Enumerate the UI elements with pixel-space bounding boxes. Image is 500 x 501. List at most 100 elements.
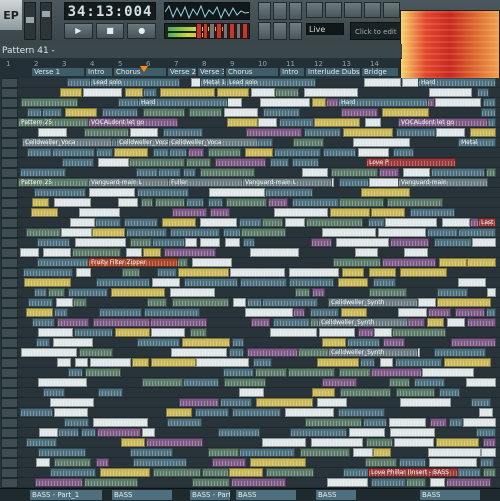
pattern-clip[interactable] [192,258,232,267]
pattern-clip[interactable] [289,278,334,287]
track-header[interactable] [1,368,18,378]
pattern-clip[interactable] [38,328,73,337]
named-pattern-clip[interactable]: Lead solo [90,78,180,87]
pattern-clip[interactable] [373,278,396,287]
pattern-clip[interactable] [95,218,121,227]
pattern-clip[interactable] [163,128,203,137]
mode-button[interactable] [235,23,242,39]
bass-clip[interactable]: BASS [316,490,356,500]
pattern-clip[interactable] [395,358,442,367]
pattern-clip[interactable] [266,468,314,477]
track-header[interactable] [1,268,18,278]
master-volume-slider[interactable] [24,2,36,40]
pattern-clip[interactable] [347,338,380,347]
section-marker[interactable]: Chorus [226,68,278,76]
named-pattern-clip[interactable]: Hard [338,98,428,107]
pattern-clip[interactable] [31,208,58,217]
pattern-clip[interactable] [390,428,435,437]
pattern-clip[interactable] [302,168,328,177]
pattern-clip[interactable] [227,118,258,127]
track-header[interactable] [1,378,18,388]
pattern-clip[interactable] [365,458,397,467]
pattern-clip[interactable] [178,268,229,277]
pattern-clip[interactable] [136,168,158,177]
pattern-clip[interactable] [166,408,192,417]
pattern-clip[interactable] [434,348,486,357]
pattern-button[interactable] [273,22,287,40]
pattern-clip[interactable] [186,158,211,167]
pattern-clip[interactable] [188,148,204,157]
pattern-clip[interactable] [85,368,121,377]
pattern-clip[interactable] [358,328,374,337]
pattern-clip[interactable] [126,248,142,257]
pattern-clip[interactable] [392,328,446,337]
pattern-clip[interactable] [404,248,428,257]
mode-button[interactable] [242,23,248,39]
pattern-clip[interactable] [170,288,215,297]
pattern-clip[interactable] [153,468,201,477]
pattern-clip[interactable] [217,88,249,97]
pattern-clip[interactable] [442,218,470,227]
pattern-clip[interactable] [162,218,196,227]
pattern-clip[interactable] [27,108,42,117]
pattern-clip[interactable] [339,198,384,207]
pattern-button[interactable] [273,2,287,20]
pattern-clip[interactable] [26,228,61,237]
pattern-clip[interactable] [152,278,180,287]
track-header[interactable] [1,78,18,88]
pattern-clip[interactable] [122,268,140,277]
pattern-clip[interactable] [99,308,142,317]
pattern-clip[interactable] [132,358,149,367]
pattern-clip[interactable] [470,128,496,137]
pattern-clip[interactable] [129,158,185,167]
pattern-clip[interactable] [273,318,310,327]
pattern-clip[interactable] [479,408,493,417]
pattern-clip[interactable] [317,398,347,407]
pattern-clip[interactable] [172,208,207,217]
pattern-clip[interactable] [481,448,496,457]
pattern-clip[interactable] [151,328,185,337]
pattern-clip[interactable] [167,418,202,427]
pattern-clip[interactable] [75,358,88,367]
pattern-clip[interactable] [430,478,445,487]
pattern-clip[interactable] [130,128,158,137]
pattern-clip[interactable] [224,108,258,117]
pattern-clip[interactable] [305,418,362,427]
pattern-clip[interactable] [396,388,435,397]
track-header[interactable] [1,318,18,328]
mode-button[interactable] [202,23,209,39]
pattern-clip[interactable] [169,148,187,157]
pattern-clip[interactable] [327,478,368,487]
pattern-clip[interactable] [225,238,240,247]
pattern-clip[interactable] [26,308,53,317]
pattern-clip[interactable] [32,318,55,327]
pattern-clip[interactable] [220,398,252,407]
named-pattern-clip[interactable]: VOCALdont let go [88,118,178,127]
pattern-clip[interactable] [378,228,426,237]
pattern-clip[interactable] [28,298,53,307]
pattern-clip[interactable] [65,108,97,117]
pattern-clip[interactable] [230,268,285,277]
track-header[interactable] [1,218,18,228]
pattern-clip[interactable] [341,108,378,117]
pattern-clip[interactable] [137,188,189,197]
mode-button[interactable] [196,23,202,39]
track-header[interactable] [1,288,18,298]
pattern-clip[interactable] [274,208,328,217]
pattern-clip[interactable] [262,298,318,307]
pattern-clip[interactable] [155,198,185,207]
pattern-clip[interactable] [233,298,246,307]
pattern-clip[interactable] [97,428,141,437]
pattern-clip[interactable] [208,148,241,157]
track-header[interactable] [1,198,18,208]
pattern-clip[interactable] [322,338,346,347]
pattern-clip[interactable] [486,308,496,317]
pattern-clip[interactable] [137,338,180,347]
play-button[interactable]: ▶ [64,23,93,39]
pattern-clip[interactable] [172,298,229,307]
pattern-clip[interactable] [275,88,299,97]
pattern-clip[interactable] [96,458,109,467]
playlist-title[interactable]: Pattern 41 - [0,44,402,59]
track-header[interactable] [1,88,18,98]
pattern-clip[interactable] [245,148,273,157]
